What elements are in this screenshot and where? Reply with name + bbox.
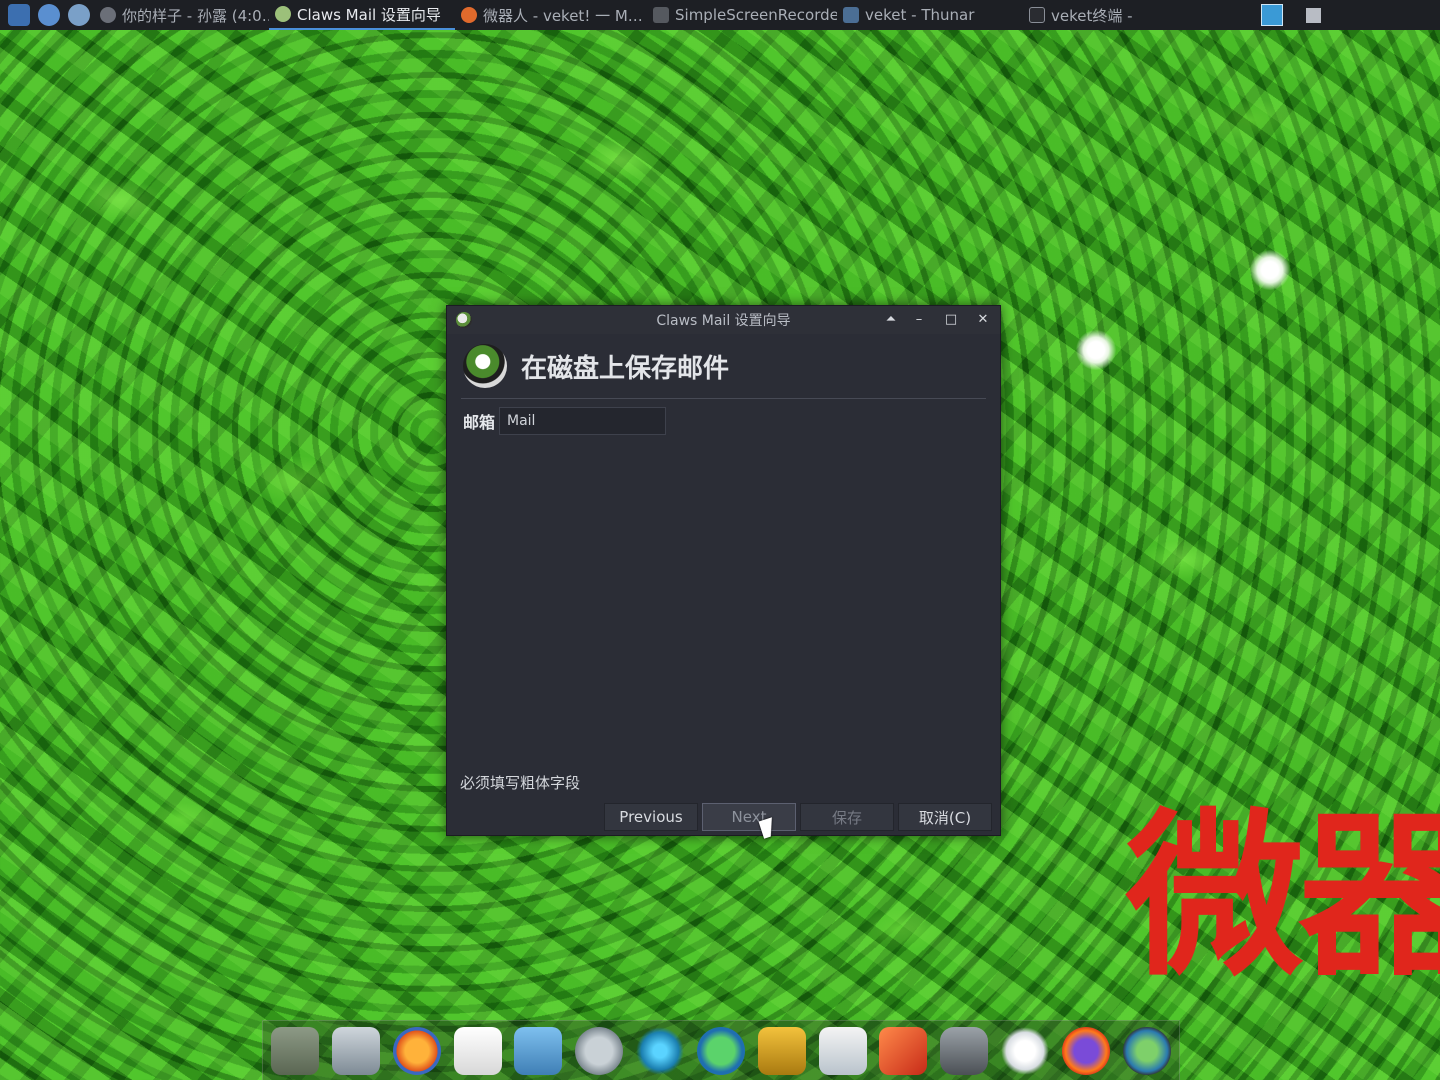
mailbox-row: 邮箱 — [463, 407, 1000, 435]
clover-flower — [1076, 330, 1116, 370]
rocket-icon[interactable] — [879, 1026, 928, 1075]
mailbox-label: 邮箱 — [463, 413, 496, 432]
drive-icon[interactable] — [940, 1026, 989, 1075]
terminal-icon — [1029, 7, 1045, 23]
desktop-icon[interactable] — [271, 1026, 319, 1075]
desktop-watermark: 微器 — [1126, 793, 1440, 1000]
menu-launcher-icon[interactable] — [8, 4, 30, 26]
wizard-header: 在磁盘上保存邮件 — [447, 334, 1000, 398]
notepad-icon[interactable] — [453, 1026, 502, 1075]
app-launcher-icon[interactable] — [38, 4, 60, 26]
maximize-button[interactable]: □ — [940, 310, 962, 330]
previous-button[interactable]: Previous — [604, 803, 698, 831]
show-desktop-icon[interactable] — [1306, 8, 1321, 23]
dock — [262, 1020, 1180, 1080]
claws-mail-icon — [275, 6, 291, 22]
dialog-titlebar[interactable]: Claws Mail 设置向导 ⏶ – □ ✕ — [447, 306, 1000, 334]
required-fields-hint: 必须填写粗体字段 — [460, 774, 581, 792]
image-viewer-icon[interactable] — [514, 1026, 563, 1075]
task-label: 微器人 - veket! 一 M… — [483, 6, 643, 25]
firefox-icon[interactable] — [1061, 1026, 1110, 1075]
task-browser[interactable]: 微器人 - veket! 一 M… — [455, 0, 647, 30]
presentation-icon[interactable] — [818, 1026, 867, 1075]
claws-mail-logo-icon — [463, 344, 507, 388]
music-player-icon — [100, 7, 116, 23]
task-label: Claws Mail 设置向导 — [297, 5, 441, 24]
divider — [461, 398, 986, 399]
minimize-button[interactable]: – — [908, 310, 930, 330]
claws-mail-icon — [456, 312, 472, 328]
save-button[interactable]: 保存 — [800, 803, 894, 831]
task-screen-recorder[interactable]: SimpleScreenRecorder — [647, 0, 837, 30]
firefox-icon — [461, 7, 477, 23]
wizard-buttons: Previous Next 保存 取消(C) — [600, 803, 992, 831]
cancel-button[interactable]: 取消(C) — [898, 803, 992, 831]
brightness-icon[interactable] — [1001, 1026, 1050, 1075]
clover-flower — [1250, 250, 1290, 290]
task-label: 你的样子 - 孙露 (4:0… — [122, 6, 269, 25]
recorder-icon — [653, 7, 669, 23]
browser-icon[interactable] — [392, 1026, 441, 1075]
close-button[interactable]: ✕ — [972, 310, 994, 330]
setup-wizard-dialog: Claws Mail 设置向导 ⏶ – □ ✕ 在磁盘上保存邮件 邮箱 必须填写… — [446, 305, 1001, 836]
folder-icon — [843, 7, 859, 23]
task-music[interactable]: 你的样子 - 孙露 (4:0… — [94, 0, 269, 30]
task-thunar[interactable]: veket - Thunar — [837, 0, 1023, 30]
music-icon[interactable] — [575, 1026, 624, 1075]
task-claws-mail[interactable]: Claws Mail 设置向导 — [269, 0, 455, 30]
door-icon[interactable] — [757, 1026, 806, 1075]
next-button[interactable]: Next — [702, 803, 796, 831]
page-title: 在磁盘上保存邮件 — [521, 353, 730, 384]
task-label: veket终端 - — [1051, 6, 1133, 25]
network-icon[interactable] — [636, 1026, 685, 1075]
mailbox-input[interactable] — [499, 407, 666, 435]
task-terminal[interactable]: veket终端 - — [1023, 0, 1183, 30]
task-label: SimpleScreenRecorder — [675, 6, 837, 24]
media-player-icon[interactable] — [696, 1026, 745, 1075]
taskbar: 你的样子 - 孙露 (4:0… Claws Mail 设置向导 微器人 - ve… — [0, 0, 1440, 30]
shade-button[interactable]: ⏶ — [880, 310, 902, 330]
globe-icon[interactable] — [1122, 1026, 1171, 1075]
screen-tray-icon[interactable] — [1261, 4, 1283, 26]
task-label: veket - Thunar — [865, 6, 975, 24]
monitor-icon[interactable] — [331, 1026, 380, 1075]
network-launcher-icon[interactable] — [68, 4, 90, 26]
